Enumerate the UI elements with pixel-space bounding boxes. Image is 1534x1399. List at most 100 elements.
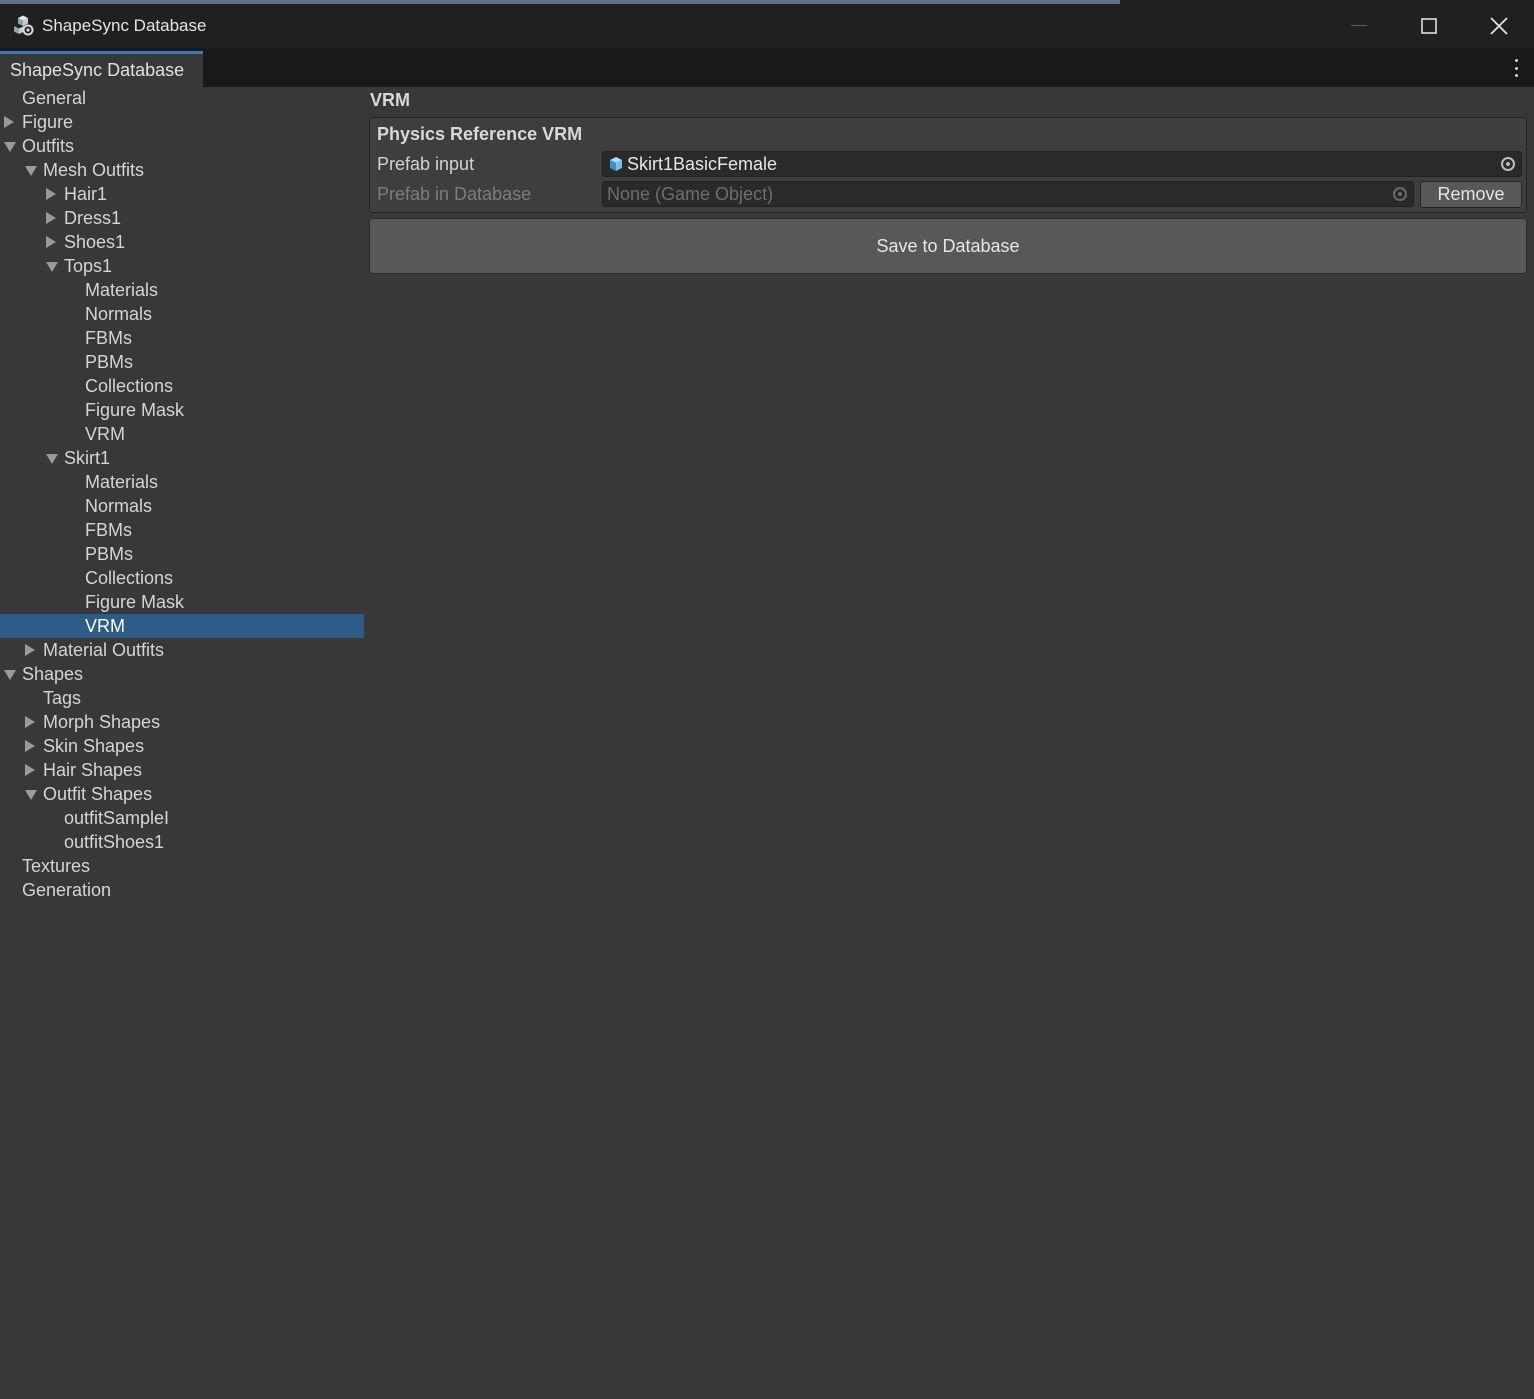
- unity-cubes-icon: [14, 15, 34, 36]
- tree-item[interactable]: FBMs: [0, 326, 364, 350]
- tab-shapesync-database[interactable]: ShapeSync Database: [0, 51, 203, 87]
- tree-item[interactable]: Skirt1: [0, 446, 364, 470]
- tree-item[interactable]: Normals: [0, 302, 364, 326]
- tree-item[interactable]: Skin Shapes: [0, 734, 364, 758]
- object-picker-icon[interactable]: [1393, 187, 1407, 201]
- collapse-right-icon[interactable]: [4, 116, 14, 128]
- tree-item-label: General: [22, 88, 87, 108]
- maximize-button[interactable]: [1394, 4, 1464, 48]
- tree-item-label: FBMs: [85, 328, 132, 348]
- tree-item[interactable]: Dress1: [0, 206, 364, 230]
- minimize-button[interactable]: [1324, 4, 1394, 48]
- tree-item-label: Normals: [85, 496, 153, 516]
- tree-item-label: PBMs: [85, 352, 134, 372]
- tree-item[interactable]: Normals: [0, 494, 364, 518]
- prefab-in-database-value: None (Game Object): [607, 183, 774, 204]
- tree-item[interactable]: Morph Shapes: [0, 710, 364, 734]
- tree-item[interactable]: Hair Shapes: [0, 758, 364, 782]
- tree-item[interactable]: Figure: [0, 110, 364, 134]
- collapse-right-icon[interactable]: [46, 236, 56, 248]
- prefab-in-database-label: Prefab in Database: [377, 184, 532, 204]
- tree-item[interactable]: Shapes: [0, 662, 364, 686]
- tree-item[interactable]: Mesh Outfits: [0, 158, 364, 182]
- panel-title: Physics Reference VRM: [377, 124, 583, 144]
- tree-item-label: Generation: [22, 880, 112, 900]
- tab-label: ShapeSync Database: [10, 60, 185, 80]
- tree-item[interactable]: Material Outfits: [0, 638, 364, 662]
- expand-down-icon[interactable]: [46, 262, 58, 272]
- tree-item-label: Figure Mask: [85, 400, 185, 420]
- tree-item[interactable]: Collections: [0, 374, 364, 398]
- window-titlebar: ShapeSync Database: [0, 4, 1534, 48]
- tree-item-label: Shoes1: [64, 232, 126, 252]
- prefab-input-field[interactable]: Skirt1BasicFemale: [602, 151, 1522, 177]
- close-icon: [1490, 17, 1508, 35]
- tree-item[interactable]: Generation: [0, 878, 364, 902]
- tree-item[interactable]: Hair1: [0, 182, 364, 206]
- collapse-right-icon[interactable]: [25, 764, 35, 776]
- tree-item[interactable]: Outfit Shapes: [0, 782, 364, 806]
- main-panel: VRM Physics Reference VRM Prefab input S…: [364, 86, 1534, 1399]
- remove-button[interactable]: Remove: [1420, 181, 1522, 208]
- tree-item-label: Material Outfits: [43, 640, 165, 660]
- tree-item-label: Shapes: [22, 664, 84, 684]
- tree-item-label: Outfits: [22, 136, 75, 156]
- tree-item[interactable]: PBMs: [0, 350, 364, 374]
- prefab-input-value: Skirt1BasicFemale: [627, 153, 778, 174]
- save-to-database-button[interactable]: Save to Database: [369, 218, 1527, 274]
- prefab-in-database-field[interactable]: None (Game Object): [602, 181, 1414, 207]
- expand-down-icon[interactable]: [25, 790, 37, 800]
- tree-item[interactable]: Outfits: [0, 134, 364, 158]
- tree-item[interactable]: Materials: [0, 470, 364, 494]
- tree-item-label: Normals: [85, 304, 153, 324]
- tree-item[interactable]: Figure Mask: [0, 590, 364, 614]
- tree-item[interactable]: Textures: [0, 854, 364, 878]
- tree-item-label: VRM: [85, 424, 125, 444]
- tree-item[interactable]: outfitSampleI: [0, 806, 364, 830]
- tree-item-label: Skirt1: [64, 448, 111, 468]
- section-title: VRM: [370, 90, 410, 110]
- tree-item[interactable]: PBMs: [0, 542, 364, 566]
- expand-down-icon[interactable]: [4, 670, 16, 680]
- kebab-menu-icon[interactable]: [1508, 58, 1524, 78]
- tree-item[interactable]: Tags: [0, 686, 364, 710]
- tree-item[interactable]: Tops1: [0, 254, 364, 278]
- collapse-right-icon[interactable]: [46, 212, 56, 224]
- tree-item-label: Materials: [85, 280, 159, 300]
- expand-down-icon[interactable]: [4, 142, 16, 152]
- tree-item-label: Figure Mask: [85, 592, 185, 612]
- tree-item[interactable]: Materials: [0, 278, 364, 302]
- expand-down-icon[interactable]: [46, 454, 58, 464]
- tree-item-label: Figure: [22, 112, 74, 132]
- tree-item-label: FBMs: [85, 520, 132, 540]
- collapse-right-icon[interactable]: [46, 188, 56, 200]
- tree-item-label: PBMs: [85, 544, 134, 564]
- tree-item-label: VRM: [85, 616, 125, 636]
- object-picker-icon[interactable]: [1501, 157, 1515, 171]
- collapse-right-icon[interactable]: [25, 644, 35, 656]
- tree-item[interactable]: VRM: [0, 614, 364, 638]
- collapse-right-icon[interactable]: [25, 740, 35, 752]
- tree-item[interactable]: FBMs: [0, 518, 364, 542]
- tree-item-label: Morph Shapes: [43, 712, 161, 732]
- minimize-icon: [1351, 25, 1367, 26]
- prefab-input-label: Prefab input: [377, 154, 475, 174]
- tree-item[interactable]: General: [0, 86, 364, 110]
- tree-item[interactable]: Figure Mask: [0, 398, 364, 422]
- tree-item-label: Tags: [43, 688, 82, 708]
- maximize-icon: [1421, 18, 1437, 34]
- tree-item-label: outfitSampleI: [64, 808, 170, 828]
- navigation-tree: General Figure Outfits Mesh Outfits Hair1 Dre…: [0, 86, 364, 902]
- tree-item-label: Hair Shapes: [43, 760, 143, 780]
- window-title: ShapeSync Database: [42, 16, 207, 35]
- tree-item[interactable]: Collections: [0, 566, 364, 590]
- collapse-right-icon[interactable]: [25, 716, 35, 728]
- expand-down-icon[interactable]: [25, 166, 37, 176]
- tree-item-label: Outfit Shapes: [43, 784, 153, 804]
- tree-item-label: Tops1: [64, 256, 113, 276]
- tree-item-label: Dress1: [64, 208, 122, 228]
- tree-item[interactable]: Shoes1: [0, 230, 364, 254]
- close-button[interactable]: [1464, 4, 1534, 48]
- tree-item[interactable]: VRM: [0, 422, 364, 446]
- tree-item[interactable]: outfitShoes1: [0, 830, 364, 854]
